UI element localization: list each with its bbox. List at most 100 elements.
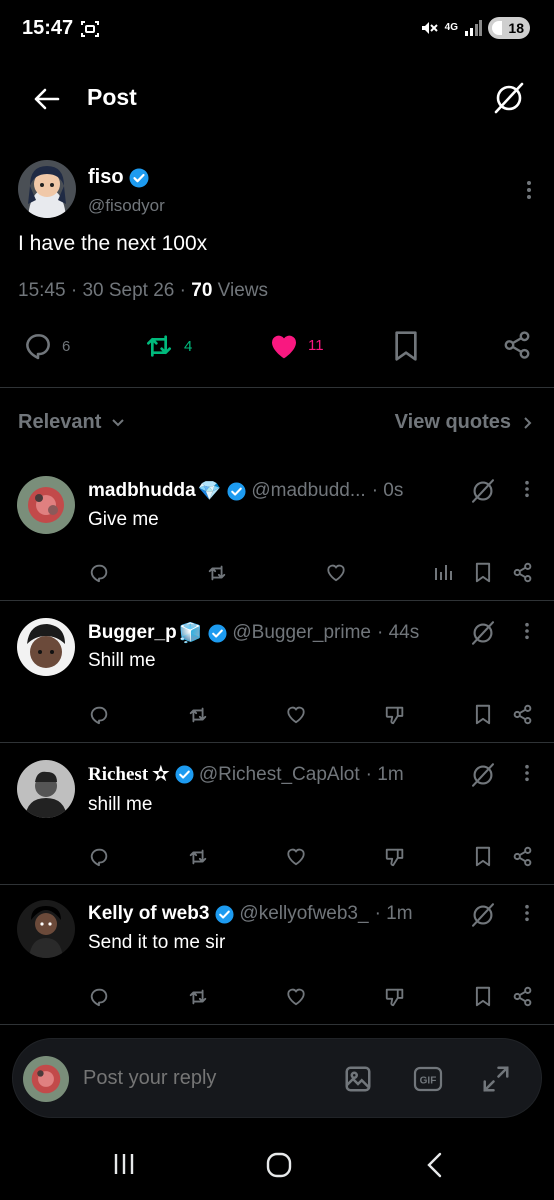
reply-item[interactable]: Bugger_p 🧊 @Bugger_prime · 44s Shill me [0, 618, 554, 758]
network-type: 4G [444, 22, 458, 33]
avatar[interactable] [17, 760, 75, 818]
reply-author-name[interactable]: Bugger_p [88, 622, 177, 644]
dislike-icon[interactable] [384, 846, 406, 868]
system-nav-bar [0, 1140, 554, 1200]
post-meta: 15:45 · 30 Sept 26 · 70 Views [18, 280, 269, 301]
more-vertical-icon[interactable] [524, 480, 530, 498]
reply-item[interactable]: madbhudda 💎 @madbudd... · 0s Give me [0, 476, 554, 616]
share-icon[interactable] [512, 704, 533, 725]
reply-text: Send it to me sir [88, 932, 226, 953]
repost-icon [142, 330, 176, 362]
grok-icon[interactable] [470, 762, 496, 788]
reply-author-name[interactable]: Richest ✫ [88, 763, 169, 786]
reply-icon[interactable] [88, 562, 110, 584]
avatar[interactable] [17, 900, 75, 958]
heart-icon[interactable] [285, 704, 307, 724]
reply-count: 6 [62, 337, 71, 355]
bookmark-icon[interactable] [474, 704, 492, 725]
battery-indicator: 18 [488, 17, 530, 39]
divider [0, 387, 554, 388]
gif-icon[interactable]: GIF [413, 1064, 443, 1094]
more-vertical-icon[interactable] [524, 764, 530, 782]
ice-cube-emoji: 🧊 [178, 623, 203, 644]
recents-icon[interactable] [112, 1152, 136, 1176]
repost-button[interactable]: 4 [142, 330, 192, 362]
view-quotes-label: View quotes [394, 411, 511, 433]
share-icon[interactable] [502, 330, 532, 360]
post-text: I have the next 100x [18, 232, 208, 255]
heart-icon[interactable] [325, 562, 347, 582]
verified-badge-icon [175, 765, 194, 784]
bookmark-icon[interactable] [392, 330, 420, 362]
repost-icon[interactable] [205, 562, 229, 584]
avatar[interactable] [17, 618, 75, 676]
screenshot-icon [80, 19, 100, 39]
reply-time: · 1m [374, 903, 413, 924]
reply-author-handle[interactable]: @kellyofweb3_ [239, 903, 368, 925]
heart-icon[interactable] [285, 846, 307, 866]
verified-badge-icon [208, 623, 227, 643]
bookmark-icon[interactable] [474, 986, 492, 1007]
avatar[interactable] [17, 476, 75, 534]
sort-dropdown[interactable]: Relevant [18, 411, 125, 434]
avatar[interactable] [23, 1056, 69, 1102]
repost-icon[interactable] [186, 846, 210, 868]
signal-icon [464, 19, 482, 37]
more-vertical-icon[interactable] [526, 180, 532, 200]
more-vertical-icon[interactable] [524, 622, 530, 640]
nav-back-icon[interactable] [424, 1152, 444, 1178]
reply-button[interactable]: 6 [22, 330, 70, 362]
reply-author-handle[interactable]: @Bugger_prime [232, 622, 371, 644]
views-label[interactable]: Views [218, 280, 268, 301]
author-handle[interactable]: @fisodyor [88, 196, 165, 216]
expand-icon[interactable] [481, 1064, 511, 1094]
repost-count: 4 [184, 337, 193, 355]
bookmark-icon[interactable] [474, 846, 492, 867]
divider [0, 742, 554, 743]
reply-item[interactable]: Richest ✫ @Richest_CapAlot · 1m shill me [0, 760, 554, 900]
avatar[interactable] [18, 160, 76, 218]
like-count: 11 [308, 336, 324, 354]
grok-icon[interactable] [470, 902, 496, 928]
analytics-icon[interactable] [434, 562, 454, 582]
author-name[interactable]: fiso [88, 166, 124, 189]
dislike-icon[interactable] [384, 704, 406, 726]
back-arrow-icon[interactable] [32, 84, 62, 114]
view-quotes-link[interactable]: View quotes [395, 411, 532, 434]
reply-author-name[interactable]: Kelly of web3 [88, 903, 209, 925]
reply-text: shill me [88, 794, 153, 815]
image-icon[interactable] [343, 1064, 373, 1094]
reply-author-name[interactable]: madbhudda [88, 480, 196, 502]
grok-icon[interactable] [492, 81, 526, 115]
sort-label: Relevant [18, 411, 102, 433]
svg-text:GIF: GIF [420, 1076, 437, 1087]
share-icon[interactable] [512, 846, 533, 867]
reply-icon[interactable] [88, 704, 110, 726]
chevron-right-icon [523, 416, 532, 430]
repost-icon[interactable] [186, 704, 210, 726]
reply-author-handle[interactable]: @Richest_CapAlot [199, 764, 360, 786]
reply-author-handle[interactable]: @madbudd... [251, 480, 365, 502]
reply-input[interactable] [83, 1067, 303, 1090]
grok-icon[interactable] [470, 478, 496, 504]
dislike-icon[interactable] [384, 986, 406, 1008]
mute-icon [419, 18, 439, 38]
reply-item[interactable]: Kelly of web3 @kellyofweb3_ · 1m Send it… [0, 900, 554, 1040]
share-icon[interactable] [512, 986, 533, 1007]
bookmark-icon[interactable] [474, 562, 492, 583]
reply-icon[interactable] [88, 986, 110, 1008]
heart-icon [268, 330, 300, 360]
top-bar: Post [0, 68, 554, 128]
home-icon[interactable] [266, 1152, 292, 1178]
post-actions: 6 4 11 [0, 330, 554, 366]
diamond-emoji: 💎 [197, 481, 222, 502]
share-icon[interactable] [512, 562, 533, 583]
repost-icon[interactable] [186, 986, 210, 1008]
heart-icon[interactable] [285, 986, 307, 1006]
reply-icon[interactable] [88, 846, 110, 868]
like-button[interactable]: 11 [268, 330, 324, 360]
views-count: 70 [191, 280, 213, 301]
more-vertical-icon[interactable] [524, 904, 530, 922]
grok-icon[interactable] [470, 620, 496, 646]
verified-badge-icon [129, 168, 149, 188]
